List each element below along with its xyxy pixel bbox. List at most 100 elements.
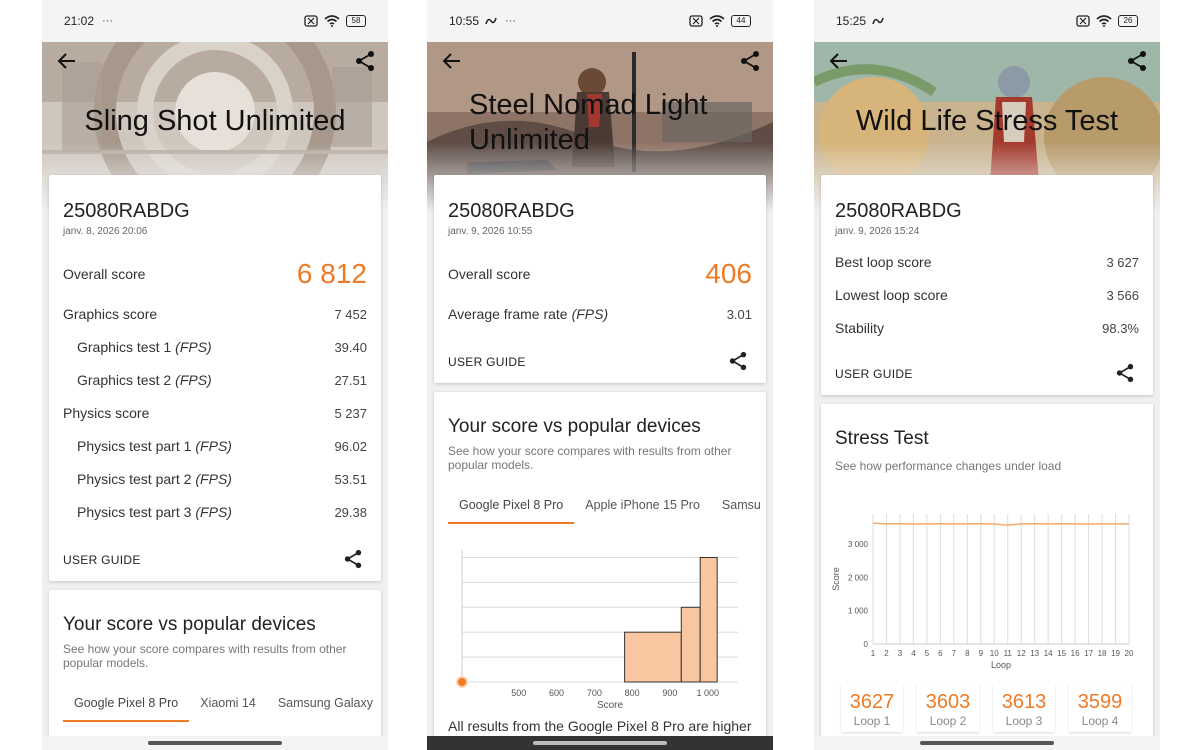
fps-unit: (FPS)	[195, 438, 232, 454]
fps-unit: (FPS)	[175, 372, 212, 388]
x-tick-label: 600	[549, 688, 564, 698]
home-indicator[interactable]	[920, 741, 1054, 745]
x-tick-label: 6	[938, 649, 943, 658]
status-bar: 21:02 ··· 58	[42, 0, 388, 42]
stress-test-card: Stress Test See how performance changes …	[821, 404, 1153, 750]
score-value: 5 237	[334, 405, 367, 421]
x-tick-label: 5	[925, 649, 930, 658]
score-label: Graphics test 2	[77, 372, 172, 388]
x-tick-label: 800	[625, 688, 640, 698]
score-label: Average frame rate	[448, 306, 568, 322]
notification-icon	[872, 17, 884, 25]
device-tabs: Google Pixel 8 Pro Apple iPhone 15 Pro S…	[448, 498, 766, 524]
score-value: 53.51	[334, 471, 367, 487]
loop-score-value: 3627	[849, 691, 895, 713]
device-name: 25080RABDG	[63, 200, 190, 222]
loop-score-box: 3599 Loop 4	[1069, 684, 1131, 732]
compare-description: See how your score compares with results…	[63, 642, 347, 670]
score-value: 27.51	[334, 372, 367, 388]
wifi-icon	[709, 15, 725, 27]
results-card: 25080RABDG janv. 9, 2026 10:55 Overall s…	[434, 175, 766, 383]
score-row: Graphics test 2 (FPS) 27.51	[77, 372, 367, 388]
device-name: 25080RABDG	[448, 200, 575, 222]
score-label: Graphics test 1	[77, 339, 172, 355]
y-tick-label: 2 000	[848, 573, 869, 582]
device-tabs: Google Pixel 8 Pro Xiaomi 14 Samsung Gal…	[63, 696, 381, 722]
score-row: Best loop score 3 627	[835, 254, 1139, 270]
overall-score-row: Overall score 6 812	[63, 258, 367, 290]
user-guide-link[interactable]: USER GUIDE	[448, 355, 526, 369]
status-bar: 15:25 26	[814, 0, 1160, 42]
x-tick-label: 19	[1111, 649, 1120, 658]
score-row: Physics test part 3 (FPS) 29.38	[77, 504, 367, 520]
score-row: Physics test part 2 (FPS) 53.51	[77, 471, 367, 487]
compare-description: See how your score compares with results…	[448, 444, 732, 472]
overall-score-label: Overall score	[63, 266, 146, 282]
share-icon[interactable]	[739, 50, 761, 72]
compare-title: Your score vs popular devices	[63, 614, 316, 635]
back-arrow-icon[interactable]	[828, 50, 850, 72]
fps-unit: (FPS)	[195, 471, 232, 487]
page-title: Steel Nomad Light Unlimited	[469, 89, 708, 156]
stress-test-line-chart: 01 0002 0003 0001 2 3 4 5 6 7 8 9 10 11 12 13 14 15 16 1…	[831, 514, 1134, 670]
user-guide-link[interactable]: USER GUIDE	[63, 553, 141, 567]
status-time: 10:55	[449, 14, 480, 28]
score-label: Stability	[835, 320, 885, 336]
score-row: Physics score 5 237	[63, 405, 367, 421]
home-indicator[interactable]	[148, 741, 282, 745]
fps-unit: (FPS)	[571, 306, 609, 322]
score-value: 3 627	[1106, 254, 1139, 270]
tab-samsung-galaxy[interactable]: Samsung Galaxy	[267, 696, 381, 722]
navigation-bar	[42, 736, 388, 750]
x-tick-label: 12	[1017, 649, 1026, 658]
x-tick-label: 10	[990, 649, 999, 658]
histogram-bar	[699, 556, 718, 683]
x-tick-label: 18	[1098, 649, 1107, 658]
status-bar: 10:55 ··· 44	[427, 0, 773, 42]
share-icon[interactable]	[343, 549, 363, 569]
page-title: Wild Life Stress Test	[855, 105, 1119, 137]
tab-apple-iphone-15-pro[interactable]: Apple iPhone 15 Pro	[574, 498, 711, 524]
status-time: 21:02	[64, 14, 95, 28]
loop-score-box: 3613 Loop 3	[993, 684, 1055, 732]
score-label: Lowest loop score	[835, 287, 948, 303]
share-icon[interactable]	[354, 50, 376, 72]
tab-google-pixel-8-pro[interactable]: Google Pixel 8 Pro	[448, 498, 575, 524]
overall-score-value: 6 812	[296, 258, 367, 289]
back-arrow-icon[interactable]	[441, 50, 463, 72]
sim-off-icon	[304, 15, 318, 27]
loop-score-box: 3603 Loop 2	[917, 684, 979, 732]
y-tick-label: 0	[864, 640, 869, 649]
loop-label: Loop 2	[929, 714, 967, 728]
x-tick-label: 9	[979, 649, 984, 658]
stress-test-title: Stress Test	[835, 428, 929, 449]
wifi-icon	[324, 15, 340, 27]
phone-steel-nomad: 10:55 ··· 44 Steel Nomad Light Unlimited…	[427, 0, 773, 750]
tab-google-pixel-8-pro[interactable]: Google Pixel 8 Pro	[63, 696, 190, 722]
test-date: janv. 9, 2026 10:55	[448, 226, 533, 237]
share-icon[interactable]	[728, 351, 748, 371]
status-more-icon: ···	[102, 15, 114, 27]
tab-samsung[interactable]: Samsu	[711, 498, 766, 524]
score-value: 96.02	[334, 438, 367, 454]
x-tick-label: 11	[1004, 649, 1013, 658]
score-value: 3 566	[1106, 287, 1139, 303]
share-icon[interactable]	[1126, 50, 1148, 72]
share-icon[interactable]	[1115, 363, 1135, 383]
user-guide-link[interactable]: USER GUIDE	[835, 367, 913, 381]
loop-score-value: 3599	[1077, 691, 1123, 713]
test-date: janv. 8, 2026 20:06	[63, 226, 148, 237]
status-more-icon: ···	[505, 15, 517, 27]
test-date: janv. 9, 2026 15:24	[835, 226, 920, 237]
x-axis-title: Score	[597, 700, 624, 711]
histogram-bar	[680, 606, 701, 683]
tab-xiaomi-14[interactable]: Xiaomi 14	[189, 696, 267, 722]
x-axis-title: Loop	[991, 660, 1011, 670]
home-indicator[interactable]	[533, 741, 667, 745]
x-tick-label: 7	[952, 649, 957, 658]
compare-card: Your score vs popular devices See how yo…	[434, 392, 766, 750]
loop-label: Loop 4	[1081, 714, 1119, 728]
x-tick-label: 1	[871, 649, 876, 658]
overall-score-row: Overall score 406	[448, 258, 752, 290]
back-arrow-icon[interactable]	[56, 50, 78, 72]
